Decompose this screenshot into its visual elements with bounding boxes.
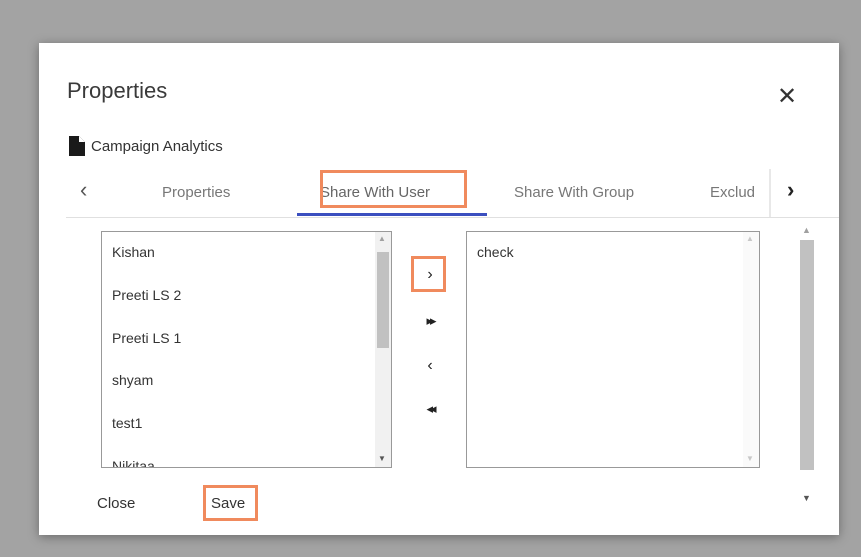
scrollbar-thumb[interactable] [377, 252, 389, 348]
properties-dialog: Properties ✕ Campaign Analytics ‹ Proper… [39, 43, 839, 535]
active-tab-indicator [297, 213, 487, 216]
scrollbar-thumb[interactable] [800, 240, 814, 470]
tab-share-with-group[interactable]: Share With Group [514, 184, 634, 201]
file-icon [69, 136, 85, 156]
highlight-share-with-user [320, 170, 467, 208]
scroll-down-icon[interactable]: ▼ [802, 493, 811, 503]
list-item[interactable]: Preeti LS 1 [112, 330, 181, 346]
scroll-down-icon[interactable]: ▼ [378, 454, 386, 463]
available-users-scrollbar[interactable]: ▲ ▼ [375, 232, 391, 467]
close-button[interactable]: Close [97, 495, 135, 512]
scroll-down-icon[interactable]: ▼ [746, 454, 754, 463]
highlight-save [203, 485, 258, 521]
list-item[interactable]: Kishan [112, 244, 155, 260]
available-users-list[interactable]: Kishan Preeti LS 2 Preeti LS 1 shyam tes… [101, 231, 392, 468]
scroll-up-icon[interactable]: ▲ [378, 234, 386, 243]
list-item[interactable]: check [477, 244, 514, 260]
move-left-button[interactable]: ‹ [412, 357, 448, 375]
tab-divider [769, 169, 771, 217]
list-item[interactable]: test1 [112, 415, 142, 431]
move-all-right-button[interactable]: ▸▸ [412, 313, 448, 329]
tab-exclude[interactable]: Exclud [710, 184, 766, 201]
list-item[interactable]: Preeti LS 2 [112, 287, 181, 303]
chevron-right-icon[interactable]: › [787, 177, 794, 203]
move-all-left-button[interactable]: ◂◂ [412, 401, 448, 417]
scroll-up-icon[interactable]: ▲ [746, 234, 754, 243]
scroll-up-icon[interactable]: ▲ [802, 225, 811, 235]
document-name: Campaign Analytics [91, 137, 223, 155]
dialog-scrollbar[interactable]: ▲ ▼ [799, 225, 815, 515]
list-item[interactable]: Nikitaa [112, 458, 155, 467]
document-label: Campaign Analytics [69, 136, 223, 156]
highlight-move-right [411, 256, 446, 292]
dialog-title: Properties [67, 78, 168, 103]
close-icon[interactable]: ✕ [777, 85, 797, 109]
list-item[interactable]: shyam [112, 372, 153, 388]
chevron-left-icon[interactable]: ‹ [80, 177, 87, 203]
selected-users-scrollbar[interactable]: ▲ ▼ [743, 232, 759, 467]
selected-users-list[interactable]: check ▲ ▼ [466, 231, 760, 468]
tab-properties[interactable]: Properties [162, 184, 230, 201]
